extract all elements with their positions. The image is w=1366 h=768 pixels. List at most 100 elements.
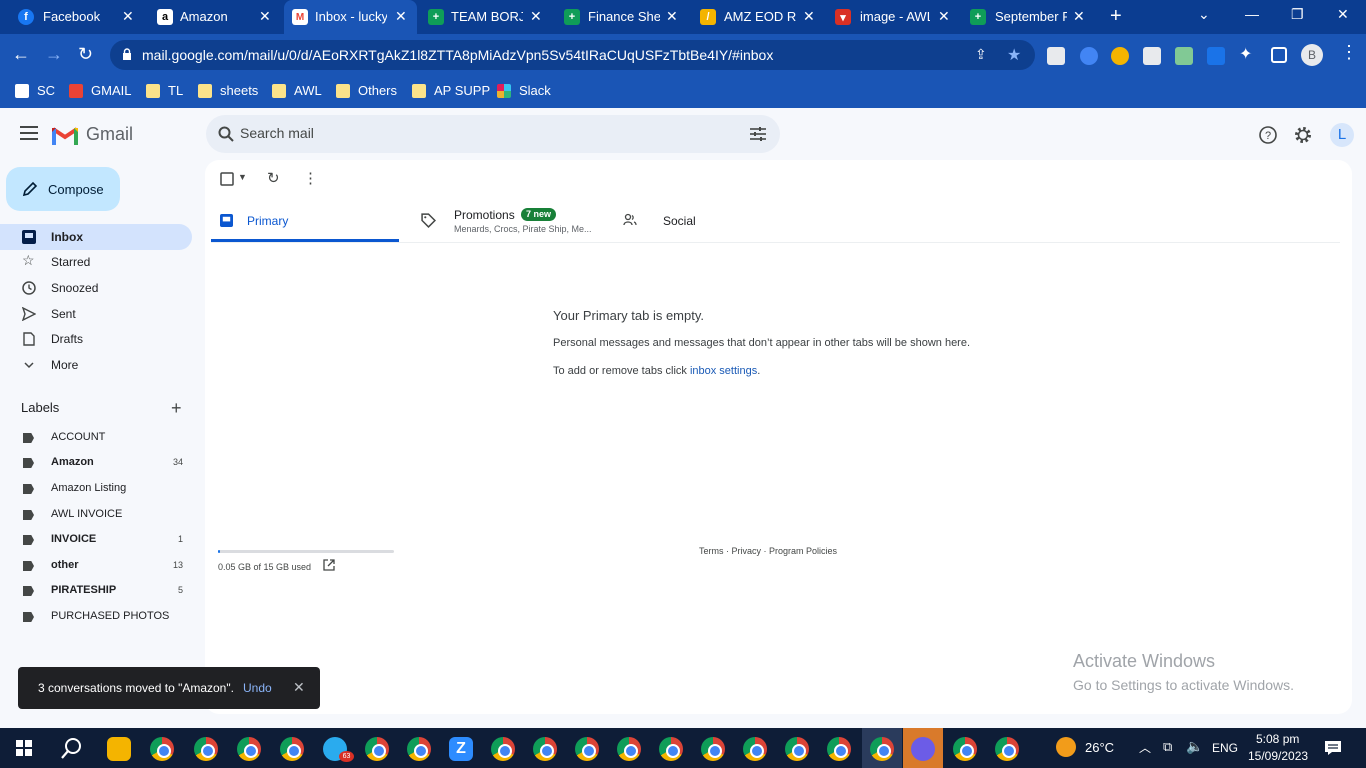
chrome-icon[interactable] (194, 737, 218, 761)
close-icon[interactable]: ✕ (666, 8, 678, 25)
close-icon[interactable]: ✕ (938, 8, 950, 25)
label-account[interactable]: ACCOUNT (0, 426, 192, 450)
close-icon[interactable]: ✕ (803, 8, 815, 25)
reload-icon[interactable]: ↻ (78, 44, 93, 64)
select-dropdown-icon[interactable]: ▼ (238, 172, 247, 182)
side-panel-icon[interactable] (1271, 47, 1287, 63)
nav-snoozed[interactable]: Snoozed (0, 275, 192, 301)
nav-starred[interactable]: ☆ Starred (0, 249, 192, 275)
nav-more[interactable]: More (0, 352, 192, 378)
label-awl-invoice[interactable]: AWL INVOICE (0, 503, 192, 527)
camera-icon[interactable] (1143, 47, 1161, 65)
chrome-icon[interactable] (701, 737, 725, 761)
close-icon[interactable]: ✕ (395, 8, 407, 25)
gmail-logo[interactable]: Gmail (52, 124, 133, 145)
browser-tab-amz-eod[interactable]: / AMZ EOD Re ✕ (688, 0, 822, 34)
nav-drafts[interactable]: Drafts (0, 326, 192, 352)
menu-dots-icon[interactable]: ⋮ (1340, 42, 1358, 62)
browser-tab-inbox[interactable]: M Inbox - luckyl ✕ (284, 0, 417, 34)
browser-tab-facebook[interactable]: f Facebook ✕ (0, 0, 145, 34)
bookmark-awl[interactable]: AWL (272, 83, 322, 98)
windows-start-icon[interactable] (16, 740, 32, 756)
chrome-icon[interactable] (407, 737, 431, 761)
profile-avatar[interactable]: B (1301, 44, 1323, 66)
eyedropper-icon[interactable] (1175, 47, 1193, 65)
notifications-icon[interactable] (1324, 740, 1342, 756)
bookmark-gmail[interactable]: GMAIL (69, 83, 131, 98)
close-icon[interactable]: ✕ (293, 679, 305, 696)
extension-icon[interactable] (1080, 47, 1098, 65)
chrome-icon[interactable] (365, 737, 389, 761)
chrome-icon[interactable] (150, 737, 174, 761)
browser-tab-finance-sheet[interactable]: + Finance Sheet ✕ (553, 0, 687, 34)
chrome-icon[interactable] (870, 737, 894, 761)
volume-icon[interactable]: 🔈 (1186, 738, 1203, 755)
chevron-up-icon[interactable]: ︿ (1139, 739, 1151, 756)
label-purchased-photos[interactable]: PURCHASED PHOTOS (0, 605, 192, 629)
minimize-icon[interactable]: — (1245, 6, 1259, 22)
footer-links[interactable]: Terms · Privacy · Program Policies (699, 546, 837, 556)
chrome-icon[interactable] (785, 737, 809, 761)
hamburger-menu-icon[interactable] (20, 126, 38, 140)
app-icon[interactable] (911, 737, 935, 761)
chrome-icon[interactable] (237, 737, 261, 761)
search-icon[interactable] (61, 737, 83, 759)
chrome-icon[interactable] (575, 737, 599, 761)
back-icon[interactable]: ← (12, 44, 30, 64)
clock-date[interactable]: 15/09/2023 (1248, 749, 1308, 763)
label-other[interactable]: other 13 (0, 554, 192, 578)
app-icon[interactable] (107, 737, 131, 761)
tab-promotions[interactable]: Promotions 7 new Menards, Crocs, Pirate … (416, 200, 606, 242)
search-icon[interactable] (218, 126, 234, 142)
browser-tab-september[interactable]: + September Pr ✕ (958, 0, 1092, 34)
settings-gear-icon[interactable] (1294, 126, 1312, 144)
browser-tab-team-borj[interactable]: + TEAM BORJ-L ✕ (418, 0, 552, 34)
chrome-icon[interactable] (827, 737, 851, 761)
refresh-icon[interactable]: ↻ (267, 169, 280, 187)
bookmark-tl[interactable]: TL (146, 83, 183, 98)
forward-icon[interactable]: → (45, 44, 63, 64)
search-bar[interactable] (206, 115, 780, 153)
tab-social[interactable]: Social (623, 200, 813, 242)
compose-button[interactable]: Compose (6, 167, 120, 211)
tab-search-icon[interactable]: ⌄ (1198, 6, 1210, 23)
close-icon[interactable]: ✕ (1073, 8, 1085, 25)
tab-primary[interactable]: Primary (211, 200, 399, 242)
close-window-icon[interactable]: ✕ (1337, 6, 1349, 23)
bookmark-sc[interactable]: SC (15, 83, 55, 98)
open-external-icon[interactable] (323, 559, 335, 571)
bookmark-others[interactable]: Others (336, 83, 397, 98)
nav-inbox[interactable]: Inbox (0, 224, 192, 250)
restore-icon[interactable]: ❐ (1291, 6, 1304, 23)
puzzle-icon[interactable]: ✦ (1239, 44, 1257, 63)
clock-time[interactable]: 5:08 pm (1256, 732, 1299, 746)
label-amazon-listing[interactable]: Amazon Listing (0, 477, 192, 501)
telegram-icon[interactable]: 63 (323, 737, 354, 762)
language-indicator[interactable]: ENG (1212, 741, 1238, 755)
close-icon[interactable]: ✕ (122, 8, 134, 25)
label-invoice[interactable]: INVOICE 1 (0, 528, 192, 552)
bookmark-ap-supp[interactable]: AP SUPP (412, 83, 490, 98)
close-icon[interactable]: ✕ (259, 8, 271, 25)
bookmark-star-icon[interactable]: ★ (1007, 45, 1021, 65)
chrome-icon[interactable] (533, 737, 557, 761)
chrome-icon[interactable] (659, 737, 683, 761)
nav-sent[interactable]: Sent (0, 301, 192, 327)
chrome-icon[interactable] (743, 737, 767, 761)
chrome-icon[interactable] (995, 737, 1019, 761)
weather-sun-icon[interactable] (1056, 737, 1076, 757)
weather-temperature[interactable]: 26°C (1085, 740, 1114, 755)
webcam-icon[interactable]: ⧉ (1163, 739, 1172, 755)
bookmark-sheets[interactable]: sheets (198, 83, 258, 98)
select-checkbox-icon[interactable] (220, 172, 234, 186)
more-options-icon[interactable]: ⋮ (303, 169, 318, 187)
label-amazon[interactable]: Amazon 34 (0, 451, 192, 475)
share-icon[interactable]: ⇪ (975, 46, 987, 63)
chrome-icon[interactable] (953, 737, 977, 761)
search-input[interactable] (240, 125, 720, 141)
chrome-icon[interactable] (280, 737, 304, 761)
add-label-icon[interactable]: + (171, 398, 182, 419)
undo-button[interactable]: Undo (243, 681, 272, 695)
help-icon[interactable]: ? (1259, 126, 1277, 144)
search-options-icon[interactable] (750, 126, 766, 142)
